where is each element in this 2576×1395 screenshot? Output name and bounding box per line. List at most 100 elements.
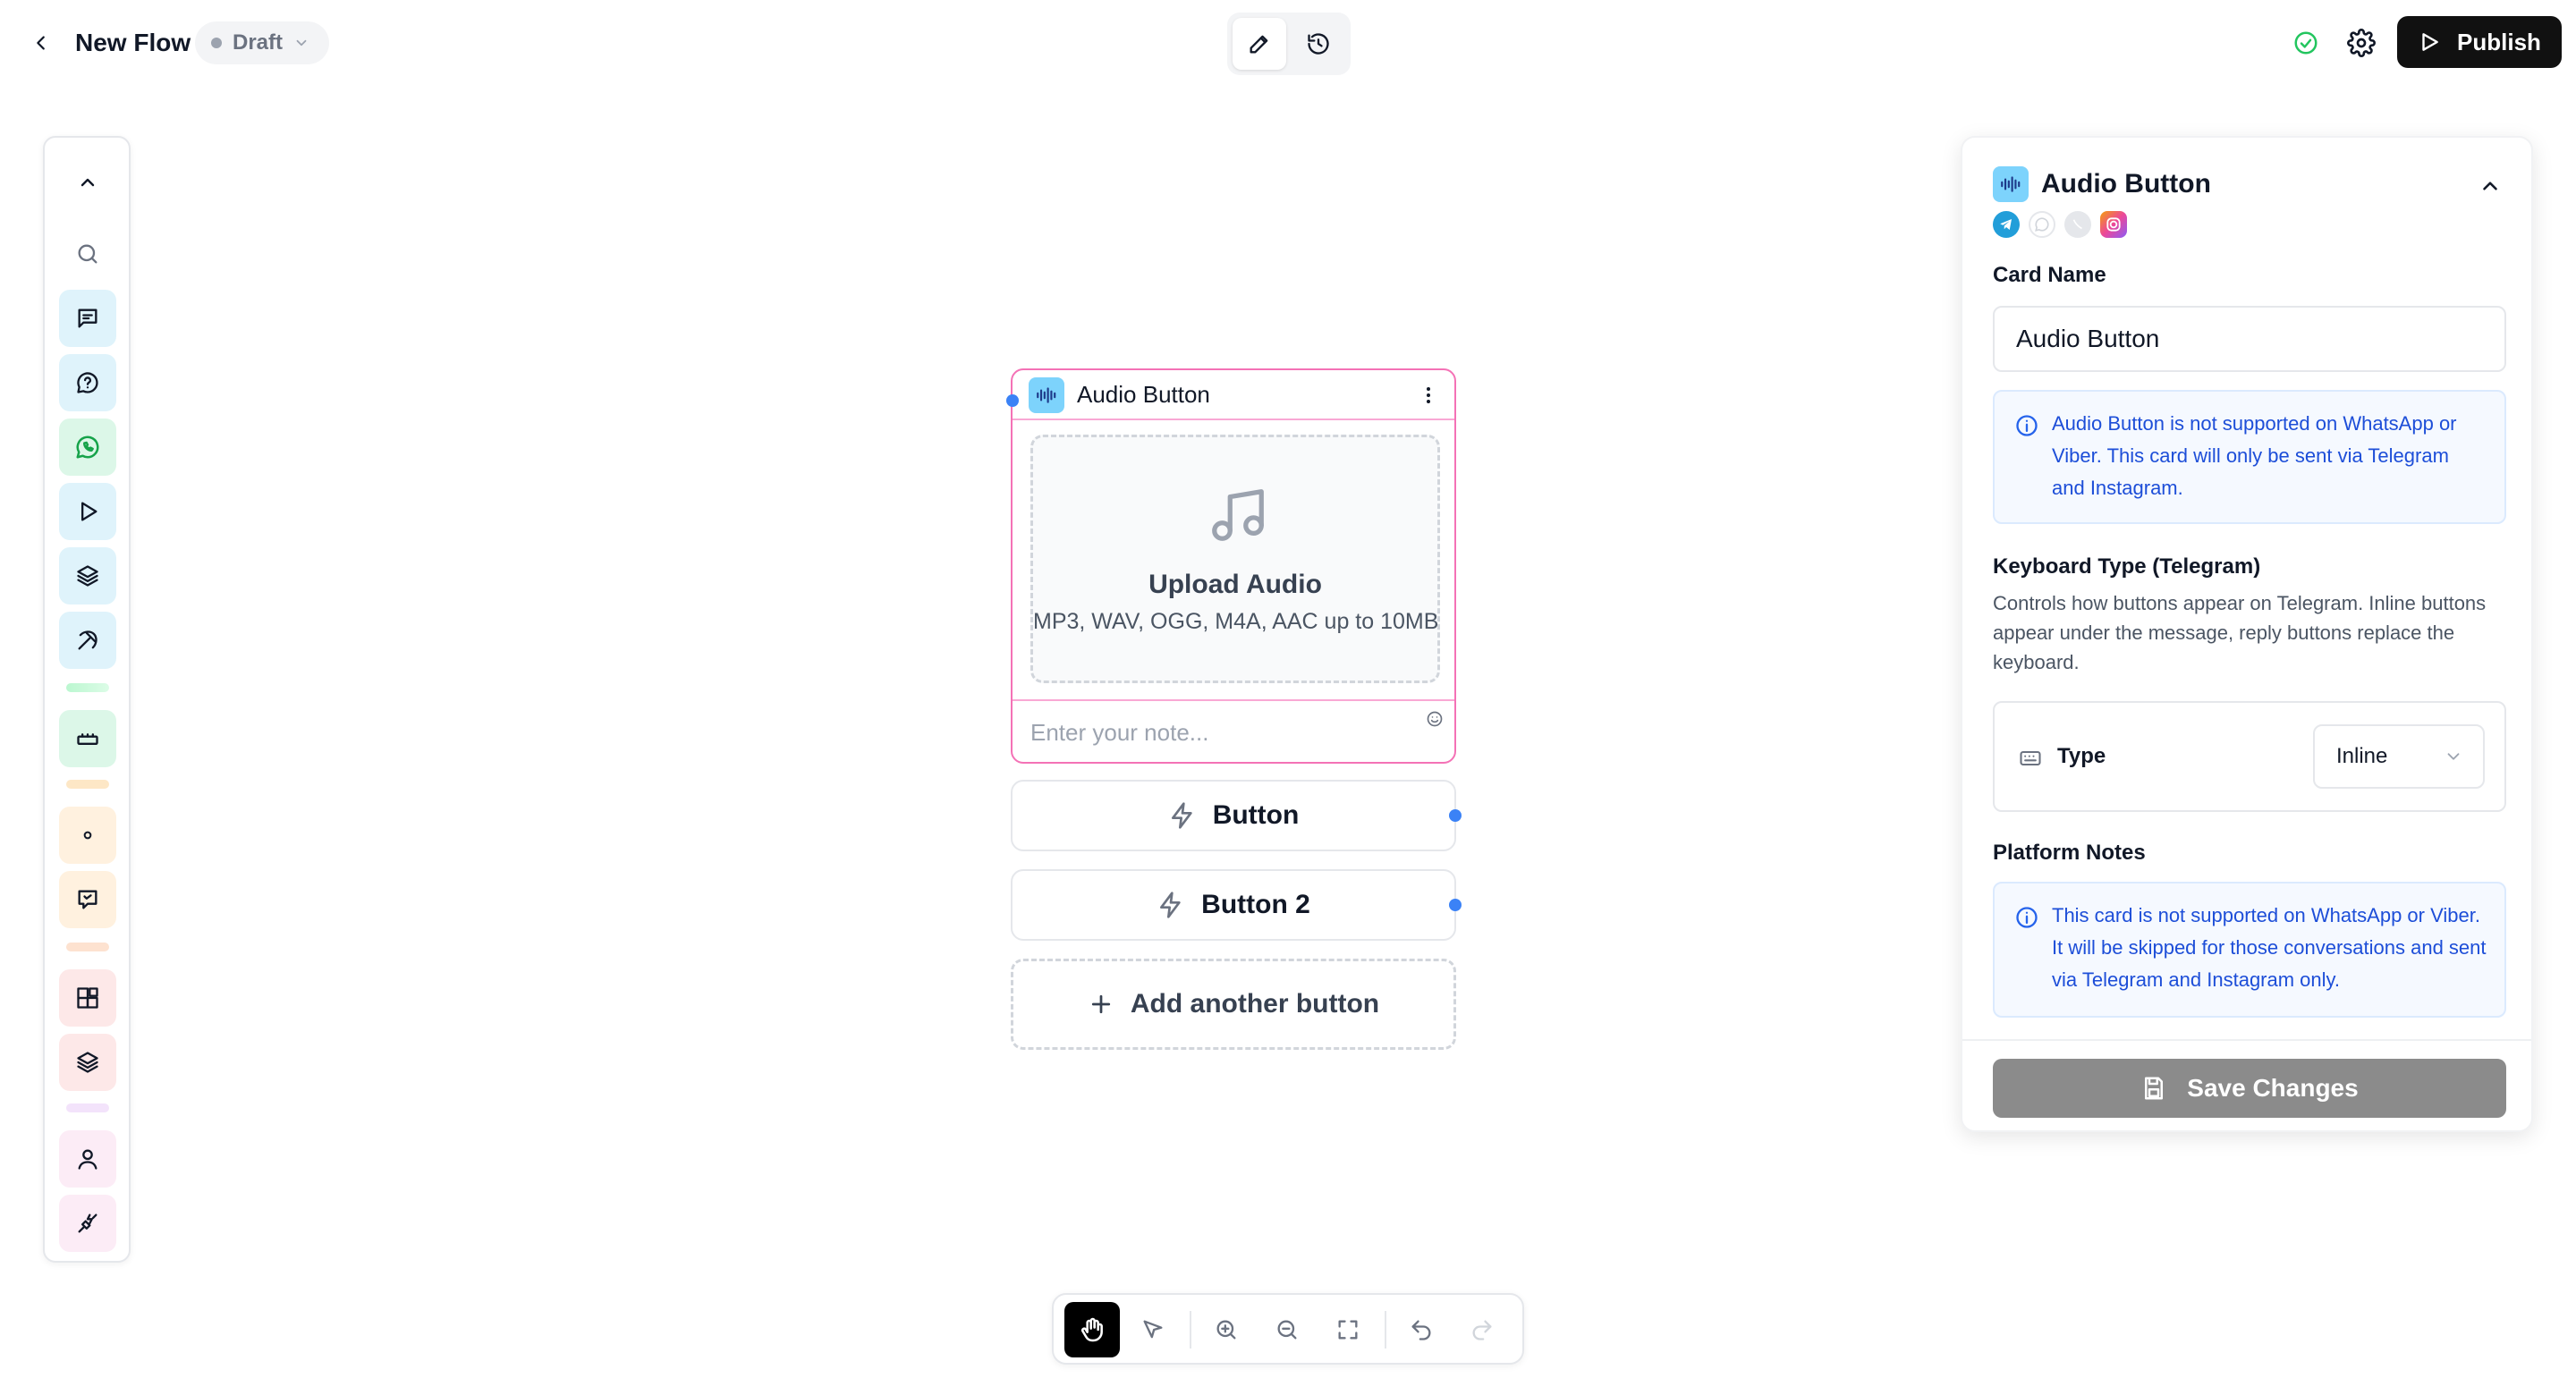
saved-check-icon [2290, 27, 2322, 59]
properties-panel: Audio Button Card Name Audio Button is n… [1961, 136, 2533, 1132]
palette-stack-button[interactable] [59, 1034, 116, 1091]
zoom-out-button[interactable] [1259, 1302, 1315, 1357]
keyboard-icon [2020, 750, 2041, 766]
chevron-left-icon [31, 33, 51, 53]
palette-whatsapp-button[interactable] [59, 418, 116, 476]
palette-apps-button[interactable] [59, 969, 116, 1027]
palette-keyboard-button[interactable] [59, 710, 116, 767]
history-icon [1306, 31, 1331, 56]
cursor-icon [1140, 1317, 1165, 1342]
audio-upload-dropzone[interactable]: Upload Audio MP3, WAV, OGG, M4A, AAC up … [1030, 435, 1440, 683]
input-handle[interactable] [1006, 394, 1019, 407]
palette-divider [66, 683, 109, 692]
plus-icon [1088, 991, 1114, 1018]
palette-divider [66, 943, 109, 951]
support-notice: Audio Button is not supported on WhatsAp… [1993, 390, 2506, 524]
search-icon [75, 241, 100, 266]
flow-title: New Flow [75, 29, 191, 56]
whatsapp-icon [2029, 211, 2055, 238]
node-palette [43, 136, 131, 1263]
palette-search-button[interactable] [59, 225, 116, 283]
status-dot [211, 38, 222, 48]
publish-button[interactable]: Publish [2397, 16, 2562, 68]
card-name-label: Card Name [1993, 263, 2106, 287]
chevron-up-icon [2479, 174, 2502, 198]
zap-icon [1168, 801, 1197, 830]
settings-button[interactable] [2342, 23, 2381, 63]
audio-button-node[interactable]: Audio Button Upload Audio MP3, WAV, OGG,… [1011, 368, 1456, 764]
layers-icon [75, 563, 100, 588]
publish-label: Publish [2457, 28, 2541, 55]
redo-button[interactable] [1454, 1302, 1510, 1357]
save-icon [2140, 1075, 2167, 1102]
fullscreen-icon [1335, 1317, 1360, 1342]
palette-integration-button[interactable] [59, 1195, 116, 1252]
info-icon [2016, 907, 2038, 928]
play-icon [2418, 30, 2441, 54]
node-button-1[interactable]: Button [1011, 780, 1456, 851]
collapse-panel-button[interactable] [2472, 168, 2508, 204]
card-name-input[interactable] [1993, 306, 2506, 372]
emoji-icon[interactable] [1424, 708, 1445, 730]
platform-notes-text: This card is not supported on WhatsApp o… [2052, 904, 2487, 991]
keyboard-icon [75, 726, 100, 751]
status-dropdown[interactable]: Draft [195, 21, 330, 64]
node-menu-button[interactable] [1413, 379, 1444, 411]
palette-message-button[interactable] [59, 290, 116, 347]
viber-icon [2064, 211, 2091, 238]
apps-icon [75, 985, 100, 1010]
palette-dot-button[interactable] [59, 807, 116, 864]
platform-notes-heading: Platform Notes [1993, 841, 2146, 865]
note-input[interactable] [1029, 706, 1417, 758]
node-header: Audio Button [1013, 370, 1454, 420]
node-button-2[interactable]: Button 2 [1011, 869, 1456, 941]
edit-mode-button[interactable] [1233, 18, 1286, 70]
node-button-label: Button [1212, 800, 1300, 830]
zoom-in-button[interactable] [1199, 1302, 1254, 1357]
chevron-down-icon [293, 35, 309, 51]
platform-notes-box: This card is not supported on WhatsApp o… [1993, 882, 2506, 1018]
palette-question-button[interactable] [59, 354, 116, 411]
panel-title: Audio Button [2041, 169, 2211, 199]
pan-tool-button[interactable] [1064, 1302, 1120, 1357]
support-notice-text: Audio Button is not supported on WhatsAp… [2052, 412, 2457, 499]
chevron-up-icon [77, 172, 98, 193]
save-label: Save Changes [2187, 1074, 2359, 1102]
audio-waveform-icon [1993, 166, 2029, 202]
play-icon [75, 499, 100, 524]
upload-title: Upload Audio [1148, 570, 1322, 599]
keyboard-type-description: Controls how buttons appear on Telegram.… [1993, 592, 2487, 673]
history-button[interactable] [1292, 18, 1345, 70]
canvas-toolbar [1052, 1293, 1524, 1365]
back-button[interactable] [25, 23, 57, 63]
palette-user-button[interactable] [59, 1130, 116, 1188]
keyboard-type-select[interactable]: Inline [2313, 724, 2485, 789]
toolbar-divider [1190, 1311, 1191, 1348]
dot-icon [80, 828, 95, 842]
add-button[interactable]: Add another button [1011, 959, 1456, 1050]
add-button-label: Add another button [1130, 989, 1380, 1019]
whatsapp-icon [74, 434, 101, 461]
palette-tools-button[interactable] [59, 612, 116, 669]
type-select-value: Inline [2336, 744, 2388, 768]
node-title: Audio Button [1077, 381, 1210, 408]
save-changes-button[interactable]: Save Changes [1993, 1059, 2506, 1118]
select-tool-button[interactable] [1125, 1302, 1181, 1357]
info-icon [2016, 415, 2038, 436]
user-icon [75, 1146, 100, 1171]
undo-button[interactable] [1394, 1302, 1449, 1357]
collapse-palette-button[interactable] [59, 154, 116, 211]
keyboard-type-heading: Keyboard Type (Telegram) [1993, 554, 2261, 579]
plug-icon [75, 1211, 100, 1236]
palette-divider [66, 1103, 109, 1112]
palette-layers-button[interactable] [59, 547, 116, 604]
type-label: Type [2057, 744, 2106, 768]
output-handle[interactable] [1449, 809, 1462, 822]
fit-view-button[interactable] [1320, 1302, 1376, 1357]
output-handle[interactable] [1449, 899, 1462, 911]
palette-start-button[interactable] [59, 483, 116, 540]
message-square-icon [75, 306, 100, 331]
hand-icon [1078, 1315, 1106, 1344]
palette-reply-button[interactable] [59, 871, 116, 928]
music-note-icon [1207, 484, 1269, 546]
